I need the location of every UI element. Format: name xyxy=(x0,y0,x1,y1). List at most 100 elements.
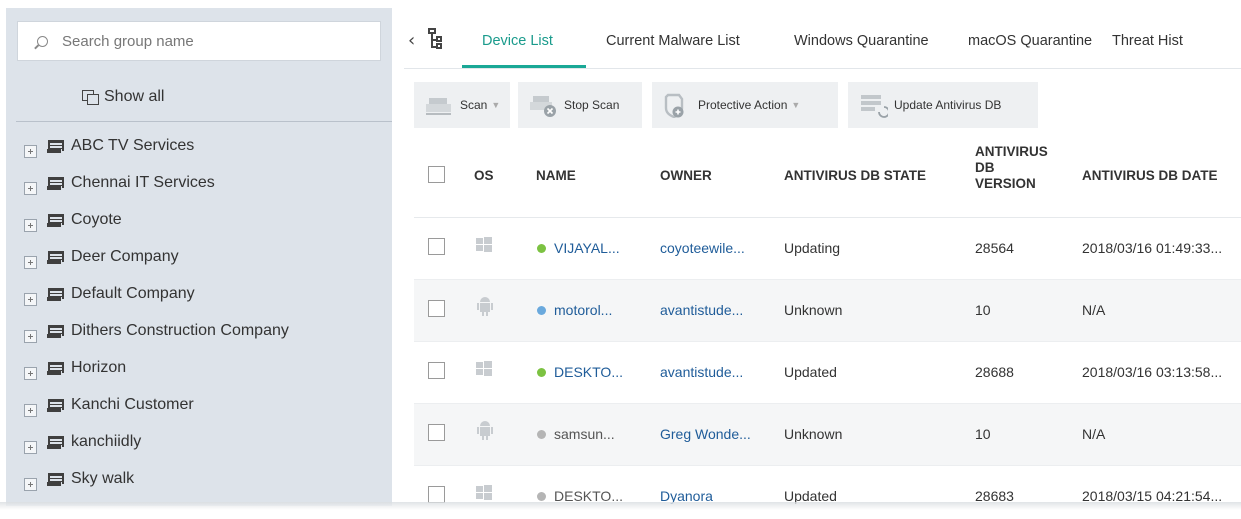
table-row[interactable]: motorol... avantistude... Unknown 10 N/A xyxy=(414,280,1241,342)
expand-icon[interactable] xyxy=(24,181,37,195)
tree-item-group[interactable]: Dithers Construction Company xyxy=(24,320,289,343)
tree-item-group[interactable]: Horizon xyxy=(24,357,127,380)
row-checkbox[interactable] xyxy=(428,238,445,255)
scan-label: Scan xyxy=(460,98,488,112)
expand-icon[interactable] xyxy=(24,292,37,306)
table-row[interactable]: samsun... Greg Wonde... Unknown 10 N/A xyxy=(414,404,1241,466)
group-icon xyxy=(47,287,64,301)
group-icon xyxy=(47,250,64,264)
expand-icon[interactable] xyxy=(24,218,37,232)
row-checkbox[interactable] xyxy=(428,362,445,379)
scan-button[interactable]: Scan ▼ xyxy=(414,82,510,128)
db-date: N/A xyxy=(1082,426,1106,442)
db-version: 28564 xyxy=(975,240,1014,256)
db-date: 2018/03/16 03:13:58... xyxy=(1082,364,1223,380)
tree-item-group[interactable]: Chennai IT Services xyxy=(24,172,215,195)
tree-view-icon[interactable] xyxy=(426,28,442,50)
db-state: Unknown xyxy=(784,426,843,442)
tree-item-group[interactable]: Deer Company xyxy=(24,246,179,269)
owner-link[interactable]: avantistude... xyxy=(660,364,743,380)
table-row[interactable]: DESKTO... avantistude... Updated 28688 2… xyxy=(414,342,1241,404)
search-input[interactable] xyxy=(62,32,362,50)
column-header-owner[interactable]: OWNER xyxy=(660,168,712,184)
chevron-down-icon: ▼ xyxy=(791,100,801,110)
db-version: 10 xyxy=(975,302,991,318)
column-header-db-version[interactable]: ANTIVIRUS DB VERSION xyxy=(975,144,1048,192)
expand-icon[interactable] xyxy=(24,255,37,269)
db-version: 10 xyxy=(975,426,991,442)
update-antivirus-db-button[interactable]: Update Antivirus DB xyxy=(848,82,1038,128)
sidebar-divider xyxy=(16,121,392,122)
stop-scan-label: Stop Scan xyxy=(564,98,620,112)
db-date: N/A xyxy=(1082,302,1106,318)
tree-item-group[interactable]: ABC TV Services xyxy=(24,135,194,158)
expand-icon[interactable] xyxy=(24,329,37,343)
column-header-db-date[interactable]: ANTIVIRUS DB DATE xyxy=(1082,168,1218,184)
column-header-db-state[interactable]: ANTIVIRUS DB STATE xyxy=(784,168,926,184)
show-all-button[interactable]: Show all xyxy=(82,88,164,106)
column-header-os[interactable]: OS xyxy=(474,168,494,184)
android-icon xyxy=(477,296,493,316)
chevron-down-icon: ▼ xyxy=(491,100,501,110)
group-icon xyxy=(47,361,64,375)
db-date: 2018/03/16 01:49:33... xyxy=(1082,240,1223,256)
group-search-box[interactable] xyxy=(17,21,381,61)
owner-link[interactable]: Greg Wonde... xyxy=(660,426,751,442)
tab-macos-quarantine[interactable]: macOS Quarantine xyxy=(952,0,1102,68)
group-icon xyxy=(47,176,64,190)
toolbar: Scan ▼ Stop Scan Protective Action ▼ Upd… xyxy=(404,76,1241,132)
select-all-checkbox[interactable] xyxy=(428,166,445,183)
collapse-sidebar-icon[interactable]: ‹ xyxy=(408,30,415,51)
search-icon xyxy=(37,35,48,47)
stop-scan-button[interactable]: Stop Scan xyxy=(518,82,642,128)
tab-windows-quarantine[interactable]: Windows Quarantine xyxy=(776,0,952,68)
windows-icon xyxy=(476,485,492,501)
status-dot xyxy=(537,492,546,501)
group-label: Chennai IT Services xyxy=(71,174,215,191)
owner-link[interactable]: coyoteewile... xyxy=(660,240,745,256)
row-checkbox[interactable] xyxy=(428,424,445,441)
expand-icon[interactable] xyxy=(24,144,37,158)
android-icon xyxy=(477,420,493,440)
status-dot xyxy=(537,244,546,253)
group-label: Default Company xyxy=(71,285,195,302)
column-header-db-version-line: VERSION xyxy=(975,176,1036,191)
group-icon xyxy=(47,324,64,338)
table-row[interactable]: VIJAYAL... coyoteewile... Updating 28564… xyxy=(414,218,1241,280)
tree-item-group[interactable]: Coyote xyxy=(24,209,122,232)
shield-icon xyxy=(662,92,692,119)
device-name[interactable]: samsun... xyxy=(554,426,615,442)
tree-item-group[interactable]: Sky walk xyxy=(24,468,134,491)
windows-icon xyxy=(476,361,492,377)
tab-bar: Device List Current Malware List Windows… xyxy=(462,0,1202,68)
tree-item-group[interactable]: Default Company xyxy=(24,283,195,306)
group-label: Horizon xyxy=(71,359,127,376)
expand-icon[interactable] xyxy=(24,477,37,491)
group-label: Dithers Construction Company xyxy=(71,322,289,339)
db-state: Unknown xyxy=(784,302,843,318)
status-dot xyxy=(537,368,546,377)
row-checkbox[interactable] xyxy=(428,486,445,503)
device-name-link[interactable]: motorol... xyxy=(554,302,612,318)
group-label: Kanchi Customer xyxy=(71,396,194,413)
expand-icon[interactable] xyxy=(24,366,37,380)
db-state: Updated xyxy=(784,364,837,380)
expand-icon[interactable] xyxy=(24,403,37,417)
row-checkbox[interactable] xyxy=(428,300,445,317)
update-db-icon xyxy=(858,92,890,118)
tab-threat-history[interactable]: Threat Hist xyxy=(1102,0,1202,68)
expand-icon[interactable] xyxy=(24,440,37,454)
column-header-name[interactable]: NAME xyxy=(536,168,576,184)
device-name-link[interactable]: VIJAYAL... xyxy=(554,240,620,256)
tab-device-list[interactable]: Device List xyxy=(462,0,586,68)
protective-action-button[interactable]: Protective Action ▼ xyxy=(652,82,838,128)
owner-link[interactable]: avantistude... xyxy=(660,302,743,318)
status-dot xyxy=(537,306,546,315)
device-name-link[interactable]: DESKTO... xyxy=(554,364,623,380)
group-label: kanchiidly xyxy=(71,433,142,450)
tab-current-malware-list[interactable]: Current Malware List xyxy=(586,0,776,68)
stop-scan-icon xyxy=(528,92,558,118)
tree-item-group[interactable]: kanchiidly xyxy=(24,431,142,454)
update-db-label: Update Antivirus DB xyxy=(894,98,1002,112)
tree-item-group[interactable]: Kanchi Customer xyxy=(24,394,194,417)
